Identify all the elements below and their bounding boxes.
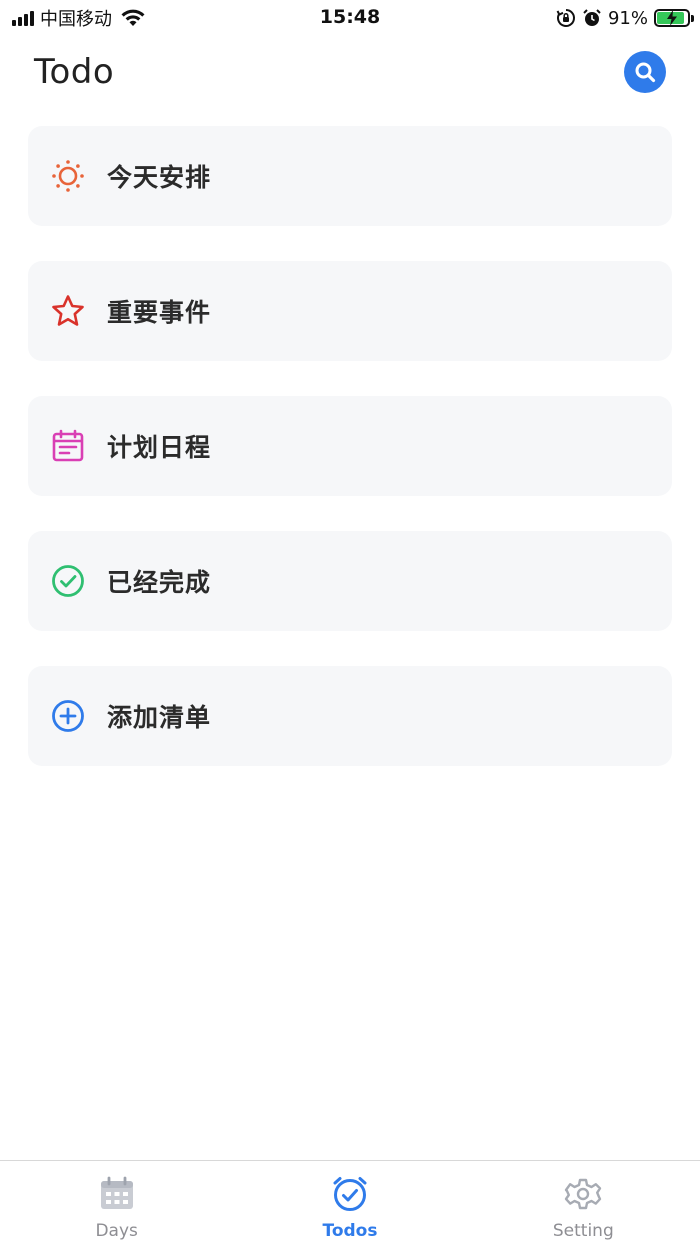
check-circle-icon	[51, 564, 85, 598]
alarm-icon	[583, 9, 601, 26]
header: Todo	[0, 48, 700, 98]
status-bar: 中国移动 15:48 91%	[0, 0, 700, 36]
tab-label: Todos	[322, 1221, 378, 1241]
list-item-completed[interactable]: 已经完成	[28, 531, 672, 631]
charging-bolt-icon	[667, 10, 677, 26]
battery-icon	[654, 9, 694, 27]
page-title: Todo	[34, 52, 115, 92]
list-item-today[interactable]: 今天安排	[28, 126, 672, 226]
orientation-lock-icon	[556, 9, 575, 27]
calendar-grid-icon	[100, 1176, 133, 1209]
star-icon	[51, 294, 85, 328]
tab-todos[interactable]: Todos	[233, 1161, 466, 1244]
gear-icon	[565, 1178, 602, 1210]
battery-percent: 91%	[607, 7, 648, 29]
list-item-label: 添加清单	[107, 703, 212, 732]
tab-label: Days	[95, 1221, 138, 1241]
search-button[interactable]	[624, 51, 666, 93]
list-item-label: 重要事件	[107, 298, 212, 327]
tab-bar: Days Todos Setting	[0, 1160, 700, 1244]
todo-lists: 今天安排 重要事件 计划日程 已经完成 添加清单	[28, 126, 672, 801]
tab-label: Setting	[552, 1221, 614, 1241]
list-item-label: 今天安排	[107, 163, 212, 192]
calendar-icon	[51, 429, 85, 463]
tab-setting[interactable]: Setting	[467, 1161, 700, 1244]
add-list-button[interactable]: 添加清单	[28, 666, 672, 766]
status-right: 91%	[556, 6, 694, 30]
tab-days[interactable]: Days	[0, 1161, 233, 1244]
list-item-planned[interactable]: 计划日程	[28, 396, 672, 496]
list-item-label: 已经完成	[107, 568, 212, 597]
sun-icon	[51, 159, 85, 193]
alarm-check-icon	[333, 1177, 367, 1211]
list-item-label: 计划日程	[107, 433, 212, 462]
search-icon	[635, 62, 656, 83]
list-item-important[interactable]: 重要事件	[28, 261, 672, 361]
plus-circle-icon	[51, 699, 85, 733]
